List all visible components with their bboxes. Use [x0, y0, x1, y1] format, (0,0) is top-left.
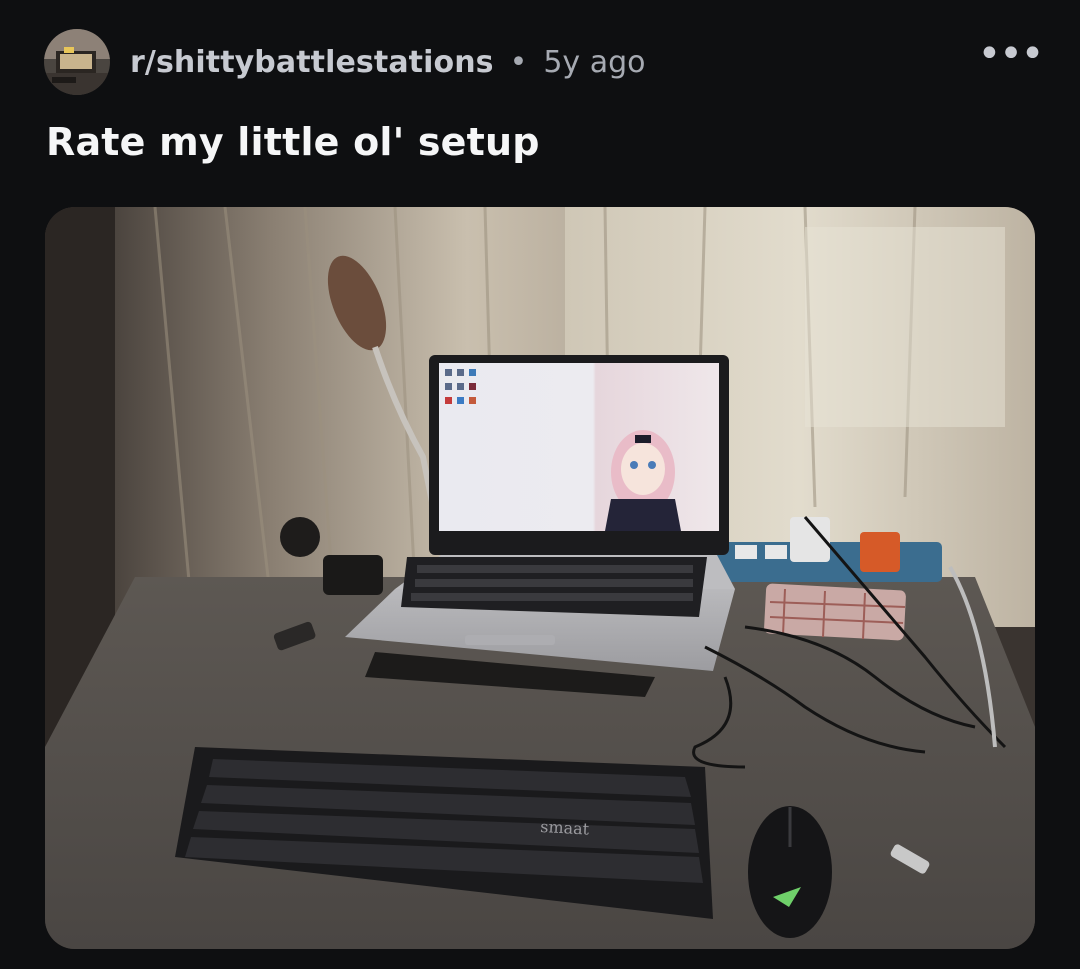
desk-setup-photo: smaat	[45, 207, 1035, 949]
post-age: 5y ago	[543, 44, 646, 80]
post-header: r/shittybattlestations • 5y ago	[44, 29, 645, 95]
keyboard-brand-label: smaat	[540, 817, 590, 839]
more-horizontal-icon: •••	[977, 31, 1045, 77]
community-name-link[interactable]: r/shittybattlestations	[130, 45, 494, 80]
reddit-post: r/shittybattlestations • 5y ago ••• Rate…	[0, 0, 1080, 969]
more-options-button[interactable]: •••	[978, 34, 1045, 82]
meta-separator: •	[509, 44, 528, 80]
post-image[interactable]: smaat	[45, 207, 1035, 949]
community-avatar[interactable]	[44, 29, 110, 95]
post-title: Rate my little ol' setup	[46, 120, 540, 164]
